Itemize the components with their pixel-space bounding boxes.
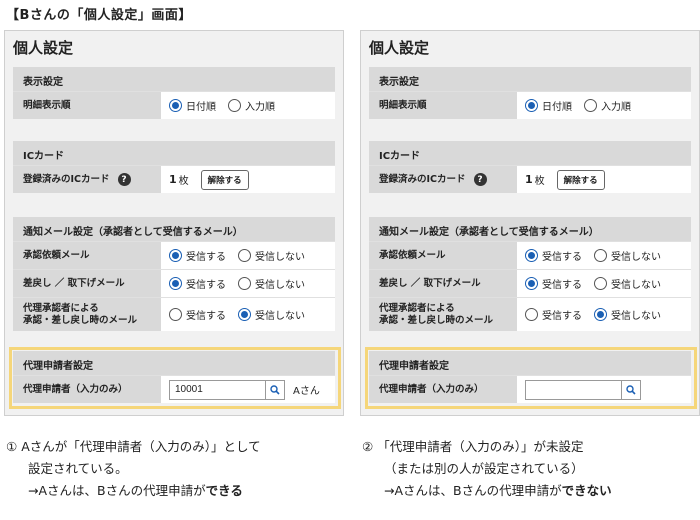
panel-title: 個人設定 (369, 39, 430, 57)
row-label: 明細表示順 (369, 92, 517, 119)
search-icon (270, 384, 280, 395)
row-label: 差戻し ／ 取下げメール (369, 270, 517, 297)
radio-not-receive[interactable]: 受信しない (594, 248, 661, 263)
row-label: 承認依頼メール (369, 242, 517, 269)
panel-title: 個人設定 (13, 39, 74, 57)
caption-emphasis: できる (205, 483, 243, 498)
row-approval-mail: 承認依頼メール 受信する 受信しない (13, 241, 335, 269)
row-proxy-applicant: 代理申請者（入力のみ） (369, 375, 691, 403)
radio-date-order[interactable]: 日付順 (169, 98, 216, 113)
row-proxy-approver-mail: 代理承認者による 承認・差し戻し時のメール 受信する 受信しない (369, 297, 691, 331)
row-proxy-applicant: 代理申請者（入力のみ） Aさん (13, 375, 335, 403)
radio-input-order[interactable]: 入力順 (228, 98, 275, 113)
section-display: 表示設定 (369, 67, 691, 91)
proxy-input-group (525, 379, 641, 400)
page-heading: 【Bさんの「個人設定」画面】 (6, 8, 192, 23)
search-button[interactable] (265, 379, 285, 400)
row-approval-mail: 承認依頼メール 受信する 受信しない (369, 241, 691, 269)
search-button[interactable] (621, 379, 641, 400)
row-label: 代理承認者による 承認・差し戻し時のメール (369, 298, 517, 331)
section-proxy: 代理申請者設定 (13, 351, 335, 375)
radio-not-receive[interactable]: 受信しない (238, 276, 305, 291)
search-icon (626, 384, 636, 395)
radio-receive[interactable]: 受信する (525, 248, 582, 263)
proxy-input-group (169, 379, 285, 400)
row-return-mail: 差戻し ／ 取下げメール 受信する 受信しない (13, 269, 335, 297)
radio-not-receive[interactable]: 受信しない (238, 248, 305, 263)
ic-count: 1 (169, 173, 177, 186)
radio-date-order[interactable]: 日付順 (525, 98, 572, 113)
caption-line: 「代理申請者（入力のみ）」が未設定 (377, 439, 584, 454)
section-ic-card: ICカード (369, 141, 691, 165)
row-label: 承認依頼メール (13, 242, 161, 269)
release-button[interactable]: 解除する (556, 169, 605, 190)
radio-not-receive[interactable]: 受信しない (238, 307, 305, 322)
row-return-mail: 差戻し ／ 取下げメール 受信する 受信しない (369, 269, 691, 297)
row-label: 代理申請者（入力のみ） (369, 376, 517, 403)
row-label: 登録済みのICカード? (13, 166, 161, 193)
caption-line: Aさんが「代理申請者（入力のみ）」として (21, 439, 261, 454)
settings-panel-left: 個人設定 表示設定 明細表示順 日付順 入力順 ICカード 登録済みのICカード… (4, 30, 344, 416)
ic-count-unit: 枚 (534, 176, 545, 187)
proxy-applicant-name: Aさん (293, 386, 320, 397)
section-display: 表示設定 (13, 67, 335, 91)
row-detail-order: 明細表示順 日付順 入力順 (369, 91, 691, 119)
proxy-applicant-input[interactable] (525, 379, 621, 400)
radio-input-order[interactable]: 入力順 (584, 98, 631, 113)
help-icon[interactable]: ? (473, 173, 487, 186)
section-mail: 通知メール設定（承認者として受信するメール） (369, 217, 691, 241)
ic-count: 1 (525, 173, 533, 186)
row-proxy-approver-mail: 代理承認者による 承認・差し戻し時のメール 受信する 受信しない (13, 297, 335, 331)
caption-left: ① Aさんが「代理申請者（入力のみ）」として 設定されている。 →Aさんは、Bさん… (6, 436, 346, 502)
caption-line: 設定されている。 (28, 461, 128, 476)
settings-panel-right: 個人設定 表示設定 明細表示順 日付順 入力順 ICカード 登録済みのICカード… (360, 30, 700, 416)
caption-line: →Aさんは、Bさんの代理申請が (384, 483, 562, 498)
ic-count-unit: 枚 (178, 176, 189, 187)
proxy-applicant-input[interactable] (169, 379, 265, 400)
row-label: 登録済みのICカード? (369, 166, 517, 193)
release-button[interactable]: 解除する (200, 169, 249, 190)
row-registered-ic: 登録済みのICカード? 1 枚 解除する (369, 165, 691, 193)
section-proxy: 代理申請者設定 (369, 351, 691, 375)
row-label: 代理申請者（入力のみ） (13, 376, 161, 403)
row-label: 代理承認者による 承認・差し戻し時のメール (13, 298, 161, 331)
radio-receive[interactable]: 受信する (169, 276, 226, 291)
section-ic-card: ICカード (13, 141, 335, 165)
caption-number: ① (6, 439, 18, 454)
caption-number: ② (362, 439, 374, 454)
caption-line: →Aさんは、Bさんの代理申請が (28, 483, 206, 498)
radio-not-receive[interactable]: 受信しない (594, 307, 661, 322)
row-detail-order: 明細表示順 日付順 入力順 (13, 91, 335, 119)
row-registered-ic: 登録済みのICカード? 1 枚 解除する (13, 165, 335, 193)
radio-receive[interactable]: 受信する (169, 248, 226, 263)
caption-right: ② 「代理申請者（入力のみ）」が未設定 （または別の人が設定されている） →Aさん… (362, 436, 698, 502)
radio-receive[interactable]: 受信する (525, 276, 582, 291)
caption-line: （または別の人が設定されている） (384, 461, 584, 476)
caption-emphasis: できない (561, 483, 612, 498)
help-icon[interactable]: ? (117, 173, 131, 186)
radio-receive[interactable]: 受信する (525, 307, 582, 322)
radio-receive[interactable]: 受信する (169, 307, 226, 322)
row-label: 差戻し ／ 取下げメール (13, 270, 161, 297)
section-mail: 通知メール設定（承認者として受信するメール） (13, 217, 335, 241)
radio-not-receive[interactable]: 受信しない (594, 276, 661, 291)
row-label: 明細表示順 (13, 92, 161, 119)
